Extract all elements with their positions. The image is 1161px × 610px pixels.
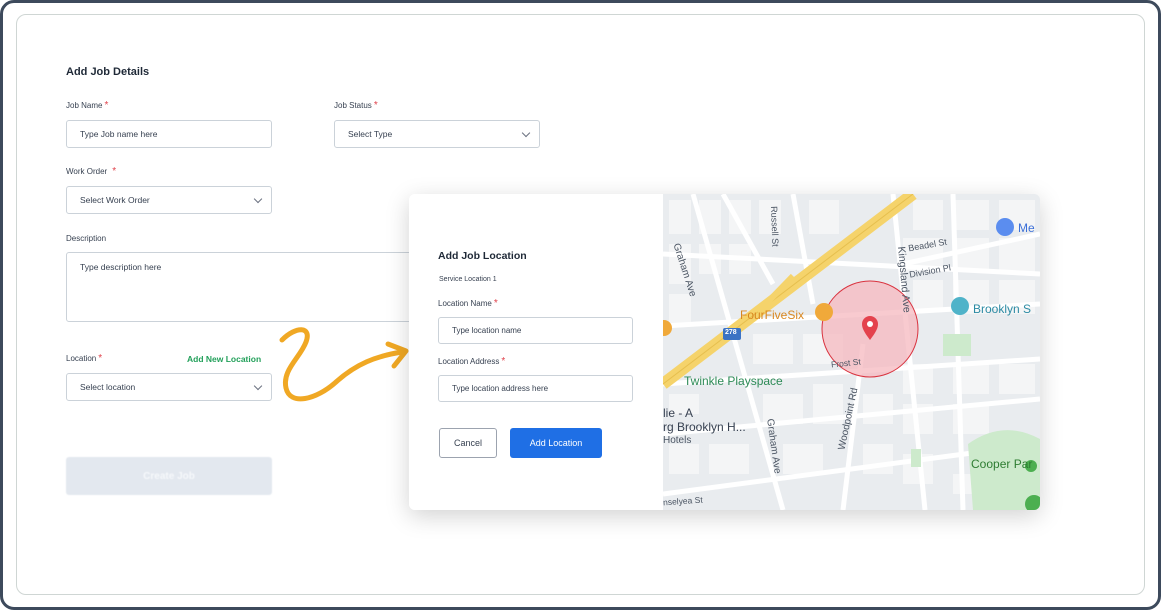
job-name-label: Job Name *	[66, 100, 109, 111]
location-address-input[interactable]: Type location address here	[438, 375, 633, 402]
modal-title: Add Job Location	[438, 250, 527, 262]
work-order-label: Work Order *	[66, 166, 117, 177]
location-pin-icon	[864, 316, 876, 332]
form-title: Add Job Details	[66, 66, 150, 78]
place-twinkle-playspace[interactable]: Twinkle Playspace	[684, 374, 783, 388]
chevron-down-icon	[253, 381, 263, 391]
description-label: Description	[66, 234, 107, 243]
location-select[interactable]: Select location	[66, 373, 272, 401]
job-name-input[interactable]: Type Job name here	[66, 120, 272, 148]
work-order-select[interactable]: Select Work Order	[66, 186, 272, 214]
add-location-button[interactable]: Add Location	[510, 428, 602, 458]
create-job-button[interactable]: Create Job	[66, 457, 272, 495]
location-label: Location *	[66, 353, 103, 364]
add-location-modal: Add Job Location Service Location 1 Loca…	[409, 194, 1040, 510]
job-status-label: Job Status *	[334, 100, 378, 111]
service-location-label: Service Location 1	[439, 276, 497, 283]
location-name-input[interactable]: Type location name	[438, 317, 633, 344]
highway-278-shield: 278	[725, 329, 737, 336]
street-russell-st: Russell St	[769, 206, 781, 247]
place-cooper-park[interactable]: Cooper Par	[971, 457, 1032, 471]
job-status-select[interactable]: Select Type	[334, 120, 540, 148]
curved-arrow-icon	[279, 327, 409, 402]
description-textarea[interactable]: Type description here	[66, 252, 426, 322]
add-new-location-link[interactable]: Add New Location	[187, 354, 261, 364]
place-me[interactable]: Me	[1018, 221, 1035, 235]
cancel-button[interactable]: Cancel	[439, 428, 497, 458]
place-hotel[interactable]: lie - A rg Brooklyn H... Hotels	[663, 406, 746, 448]
modal-form-panel: Add Job Location Service Location 1 Loca…	[409, 194, 663, 510]
chevron-down-icon	[253, 194, 263, 204]
location-name-label: Location Name *	[438, 298, 498, 309]
place-fourfivesix[interactable]: FourFiveSix	[740, 308, 804, 322]
chevron-down-icon	[521, 128, 531, 138]
location-address-label: Location Address *	[438, 356, 506, 367]
location-map[interactable]: Graham Ave Russell St Kingsland Ave Bead…	[663, 194, 1040, 510]
place-brooklyn[interactable]: Brooklyn S	[973, 302, 1031, 316]
